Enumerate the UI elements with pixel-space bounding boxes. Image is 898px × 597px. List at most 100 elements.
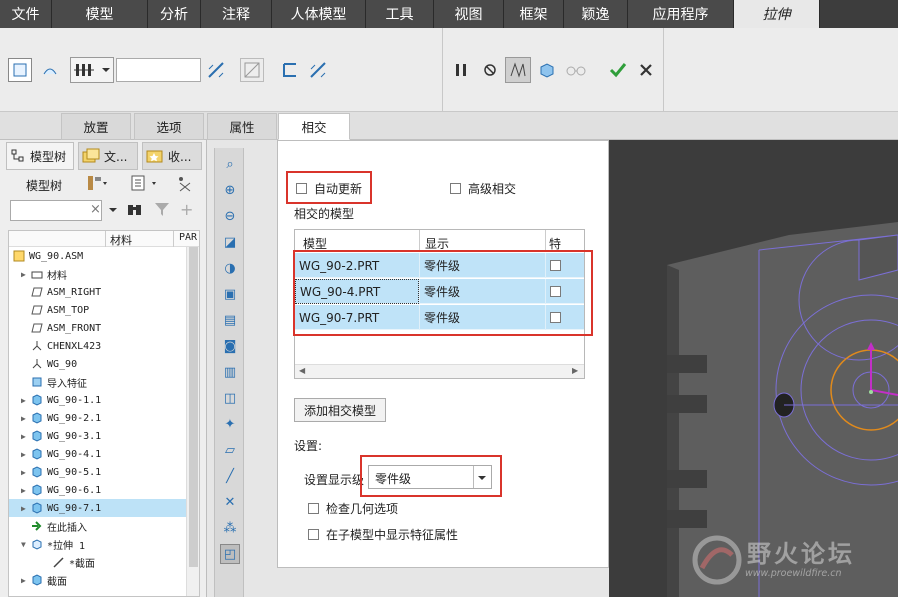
scrollbar-thumb[interactable] — [189, 247, 198, 567]
tree-filter-icon[interactable] — [176, 174, 198, 195]
camera-icon[interactable]: ◙ — [220, 336, 240, 356]
expand-toggle-icon[interactable]: ▶ — [21, 504, 31, 513]
tree-settings-icon[interactable] — [86, 174, 108, 195]
expand-toggle-icon[interactable]: ▶ — [21, 432, 31, 441]
menu-tab[interactable]: 模型 — [52, 0, 148, 28]
tree-item[interactable]: WG_90.ASM — [9, 247, 186, 265]
tree-item[interactable]: ▶ WG_90-4.1 — [9, 445, 186, 463]
check-geometry-checkbox[interactable]: 检查几何选项 — [308, 500, 398, 517]
tree-item[interactable]: *截面 — [9, 553, 186, 571]
point-display-icon[interactable]: ✦ — [220, 414, 240, 434]
menu-tab[interactable]: 框架 — [504, 0, 564, 28]
show-feature-props-checkbox[interactable]: 在子模型中显示特征属性 — [308, 526, 458, 543]
menu-tab[interactable]: 颖逸 — [564, 0, 628, 28]
subtab[interactable]: 选项 — [134, 113, 204, 140]
add-intersect-model-button[interactable]: 添加相交模型 — [294, 398, 387, 422]
tree-scrollbar[interactable] — [186, 247, 199, 596]
checkbox[interactable] — [308, 503, 319, 514]
menu-tab[interactable]: 文件 — [0, 0, 52, 28]
tree-item[interactable]: ▶ WG_90-6.1 — [9, 481, 186, 499]
depth-option-dropdown[interactable] — [70, 57, 114, 83]
expand-toggle-icon[interactable]: ▶ — [21, 486, 31, 495]
menu-tab[interactable]: 工具 — [366, 0, 434, 28]
surface-extrude-button[interactable] — [38, 58, 62, 82]
thicken-icon[interactable] — [278, 58, 302, 82]
datum-display-icon[interactable]: ◫ — [220, 388, 240, 408]
glasses-icon[interactable] — [564, 58, 588, 82]
expand-toggle-icon[interactable]: ▶ — [21, 270, 31, 279]
menu-tab[interactable]: 应用程序 — [628, 0, 734, 28]
cancel-x-icon[interactable] — [634, 58, 658, 82]
annotation-display-icon[interactable]: ⁂ — [220, 518, 240, 538]
named-view-icon[interactable]: ▣ — [220, 284, 240, 304]
tree-item[interactable]: ASM_TOP — [9, 301, 186, 319]
plane-display-icon[interactable]: ▱ — [220, 440, 240, 460]
flip-direction-icon[interactable] — [204, 58, 228, 82]
tree-item[interactable]: ▶ 材料 — [9, 265, 186, 283]
tree-item[interactable]: 在此插入 — [9, 517, 186, 535]
tree-item[interactable]: ▶ WG_90-2.1 — [9, 409, 186, 427]
subtab[interactable]: 相交 — [278, 113, 350, 140]
expand-toggle-icon[interactable]: ▼ — [21, 540, 31, 549]
expand-toggle-icon[interactable]: ▶ — [21, 396, 31, 405]
layers-icon[interactable]: ▥ — [220, 362, 240, 382]
expand-toggle-icon[interactable]: ▶ — [21, 468, 31, 477]
advanced-intersect-checkbox[interactable]: 高级相交 — [450, 180, 516, 197]
zoom-in-icon[interactable]: ⊕ — [220, 180, 240, 200]
subtab[interactable]: 属性 — [207, 113, 277, 140]
binoculars-icon[interactable] — [126, 201, 144, 220]
solid-extrude-button[interactable] — [8, 58, 32, 82]
subtab[interactable]: 放置 — [61, 113, 131, 140]
preview-mesh-icon[interactable] — [505, 57, 531, 83]
tree-search-input[interactable] — [10, 200, 102, 221]
graphics-viewport[interactable]: 野火论坛 www.proewildfire.cn — [609, 140, 898, 597]
scroll-right-icon[interactable]: ▶ — [572, 366, 578, 375]
pause-icon[interactable] — [449, 58, 473, 82]
remove-material-icon[interactable] — [240, 58, 264, 82]
tab-files[interactable]: 文... — [78, 142, 138, 170]
tree-item[interactable]: ▶ WG_90-5.1 — [9, 463, 186, 481]
flip-thicken-icon[interactable] — [306, 58, 330, 82]
confirm-check-icon[interactable] — [606, 58, 630, 82]
menu-tab[interactable]: 分析 — [148, 0, 201, 28]
checkbox[interactable] — [296, 183, 307, 194]
tree-item[interactable]: ASM_FRONT — [9, 319, 186, 337]
checkbox[interactable] — [308, 529, 319, 540]
menu-tab[interactable]: 拉伸 — [734, 0, 820, 28]
checkbox[interactable] — [450, 183, 461, 194]
tab-model-tree[interactable]: 模型树 — [6, 142, 74, 170]
no-preview-icon[interactable] — [478, 58, 502, 82]
spin-icon[interactable]: ◰ — [220, 544, 240, 564]
expand-toggle-icon[interactable]: ▶ — [21, 576, 31, 585]
tree-item[interactable]: ▼ *拉伸 1 — [9, 535, 186, 553]
auto-update-checkbox[interactable]: 自动更新 — [296, 180, 362, 197]
tree-item[interactable]: 导入特征 — [9, 373, 186, 391]
repaint-icon[interactable]: ◪ — [220, 232, 240, 252]
axis-display-icon[interactable]: ╱ — [220, 466, 240, 486]
tree-show-icon[interactable] — [130, 174, 160, 195]
menu-tab[interactable]: 注释 — [201, 0, 272, 28]
expand-toggle-icon[interactable]: ▶ — [21, 414, 31, 423]
table-hscrollbar[interactable]: ◀ ▶ — [295, 364, 584, 378]
preview-solid-icon[interactable] — [535, 58, 559, 82]
dropdown-arrow-icon[interactable] — [108, 204, 118, 218]
expand-toggle-icon[interactable]: ▶ — [21, 450, 31, 459]
tree-item[interactable]: CHENXL423 — [9, 337, 186, 355]
zoom-fit-icon[interactable]: ⌕ — [220, 154, 240, 174]
scroll-left-icon[interactable]: ◀ — [299, 366, 305, 375]
clear-search-icon[interactable]: × — [90, 202, 101, 217]
add-column-icon[interactable]: + — [180, 200, 193, 219]
tree-item[interactable]: ▶ 截面 — [9, 571, 186, 589]
view-manager-icon[interactable]: ▤ — [220, 310, 240, 330]
tree-item[interactable]: ▶ WG_90-7.1 — [9, 499, 186, 517]
tree-item[interactable]: ▶ WG_90-1.1 — [9, 391, 186, 409]
depth-value-input[interactable] — [116, 58, 201, 82]
tree-item[interactable]: ASM_RIGHT — [9, 283, 186, 301]
tree-item[interactable]: ▶ WG_90-3.1 — [9, 427, 186, 445]
spin-center-icon[interactable]: ◑ — [220, 258, 240, 278]
zoom-out-icon[interactable]: ⊖ — [220, 206, 240, 226]
tree-item[interactable]: WG_90 — [9, 355, 186, 373]
filter-funnel-icon[interactable] — [154, 201, 170, 220]
menu-tab[interactable]: 人体模型 — [272, 0, 366, 28]
csys-display-icon[interactable]: ✕ — [220, 492, 240, 512]
